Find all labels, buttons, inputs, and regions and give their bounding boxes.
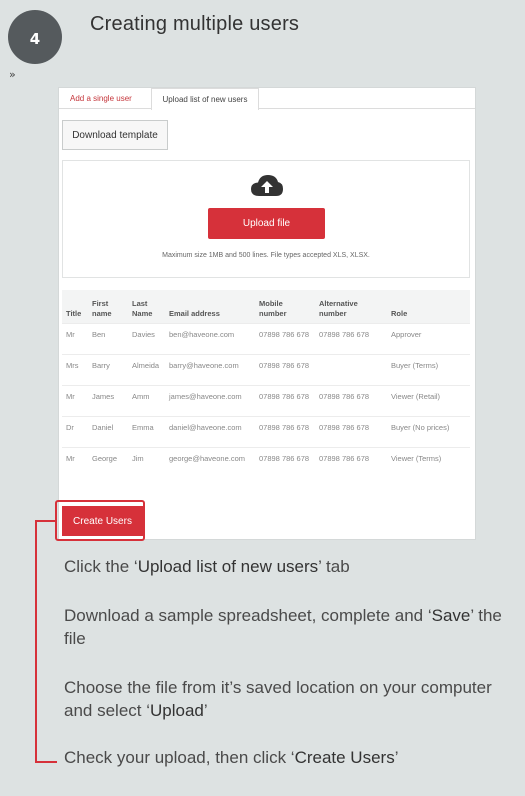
cloud-upload-icon <box>251 175 283 196</box>
create-users-panel: Add a single user Upload list of new use… <box>58 87 476 540</box>
tab-add-single-user[interactable]: Add a single user <box>70 88 132 109</box>
cell-email: james@haveone.com <box>165 384 255 416</box>
table-row: Mr George Jim george@haveone.com 07898 7… <box>62 446 470 478</box>
cell-alternative <box>315 353 387 385</box>
upload-hint: Maximum size 1MB and 500 lines. File typ… <box>162 252 370 259</box>
cell-alternative: 07898 786 678 <box>315 322 387 354</box>
instruction-1: Click the ‘Upload list of new users’ tab <box>64 555 519 578</box>
cell-role: Buyer (No prices) <box>387 415 470 447</box>
tab-bar: Add a single user Upload list of new use… <box>59 88 475 110</box>
cell-mobile: 07898 786 678 <box>255 353 315 385</box>
cell-last-name: Emma <box>128 415 165 447</box>
cell-first-name: Daniel <box>88 415 128 447</box>
instruction-4: Check your upload, then click ‘Create Us… <box>64 746 519 769</box>
table-row: Mrs Barry Almeida barry@haveone.com 0789… <box>62 353 470 385</box>
cell-title: Mr <box>62 322 88 354</box>
table-row: Dr Daniel Emma daniel@haveone.com 07898 … <box>62 415 470 447</box>
instruction-2: Download a sample spreadsheet, complete … <box>64 604 519 651</box>
col-mobile: Mobile number <box>259 299 287 318</box>
instruction-text: ’ tab <box>318 557 350 576</box>
tab-upload-list[interactable]: Upload list of new users <box>151 88 259 110</box>
cell-alternative: 07898 786 678 <box>315 415 387 447</box>
cell-title: Mrs <box>62 353 88 385</box>
upload-file-button[interactable]: Upload file <box>208 208 325 239</box>
table-header-row: Title First name Last Name Email address… <box>62 290 470 323</box>
col-first-name: First name <box>92 299 112 318</box>
callout-connector-end <box>35 761 57 763</box>
step-title: Creating multiple users <box>90 13 300 35</box>
cell-title: Mr <box>62 446 88 478</box>
upload-area: Upload file Maximum size 1MB and 500 lin… <box>62 160 470 278</box>
chevrons-down-icon[interactable]: » <box>9 69 16 80</box>
cell-email: ben@haveone.com <box>165 322 255 354</box>
users-table: Title First name Last Name Email address… <box>62 290 470 478</box>
download-template-button[interactable]: Download template <box>62 120 168 150</box>
step-number: 4 <box>29 30 41 48</box>
cell-role: Viewer (Terms) <box>387 446 470 478</box>
instruction-3: Choose the file from it’s saved location… <box>64 676 519 723</box>
cell-title: Dr <box>62 415 88 447</box>
cell-role: Approver <box>387 322 470 354</box>
cell-email: barry@haveone.com <box>165 353 255 385</box>
instruction-text: Click the ‘ <box>64 557 138 576</box>
cell-mobile: 07898 786 678 <box>255 446 315 478</box>
instruction-text: ’ <box>203 701 208 721</box>
col-email: Email address <box>169 308 220 318</box>
instruction-highlight: Save <box>431 606 471 625</box>
instruction-highlight: Upload list of new users <box>137 557 319 576</box>
col-title: Title <box>66 308 82 318</box>
cell-role: Viewer (Retail) <box>387 384 470 416</box>
create-users-button[interactable]: Create Users <box>62 506 143 536</box>
cell-email: daniel@haveone.com <box>165 415 255 447</box>
cell-alternative: 07898 786 678 <box>315 384 387 416</box>
cell-alternative: 07898 786 678 <box>315 446 387 478</box>
step-number-badge: 4 <box>8 10 62 64</box>
cell-mobile: 07898 786 678 <box>255 415 315 447</box>
cell-role: Buyer (Terms) <box>387 353 470 385</box>
callout-connector-line <box>35 520 57 763</box>
cell-first-name: Ben <box>88 322 128 354</box>
cell-mobile: 07898 786 678 <box>255 322 315 354</box>
col-role: Role <box>391 308 408 318</box>
cell-title: Mr <box>62 384 88 416</box>
cell-first-name: George <box>88 446 128 478</box>
instruction-text: ’ <box>394 748 399 767</box>
table-row: Mr James Amm james@haveone.com 07898 786… <box>62 384 470 416</box>
cell-first-name: Barry <box>88 353 128 385</box>
cell-mobile: 07898 786 678 <box>255 384 315 416</box>
cell-last-name: Almeida <box>128 353 165 385</box>
instruction-text: Choose the file from it’s saved location… <box>64 678 492 721</box>
cell-last-name: Davies <box>128 322 165 354</box>
cell-last-name: Jim <box>128 446 165 478</box>
instruction-highlight: Create Users <box>294 748 395 767</box>
cell-last-name: Amm <box>128 384 165 416</box>
cell-first-name: James <box>88 384 128 416</box>
col-alternative: Alternative number <box>319 299 358 318</box>
col-last-name: Last Name <box>132 299 153 318</box>
table-row: Mr Ben Davies ben@haveone.com 07898 786 … <box>62 322 470 354</box>
instruction-text: Check your upload, then click ‘ <box>64 748 295 767</box>
instruction-text: Download a sample spreadsheet, complete … <box>64 606 432 625</box>
instruction-highlight: Upload <box>150 701 204 721</box>
cell-email: george@haveone.com <box>165 446 255 478</box>
